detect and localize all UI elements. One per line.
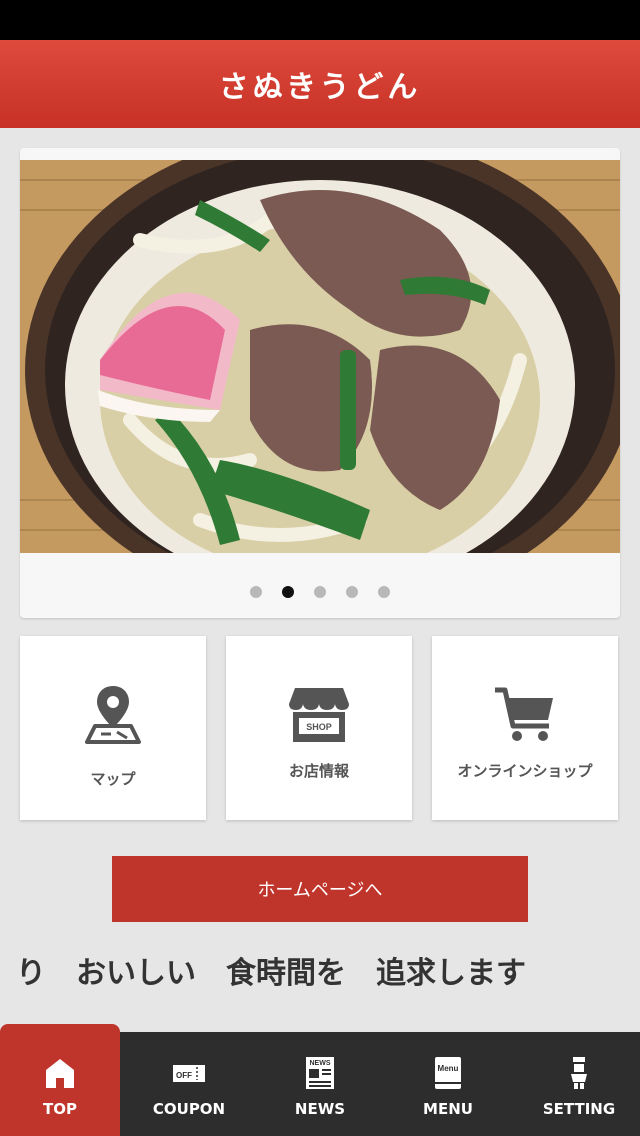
carousel-dot[interactable] xyxy=(250,586,262,598)
cart-icon xyxy=(495,687,553,741)
home-icon xyxy=(46,1059,74,1088)
carousel-pagination xyxy=(20,586,620,598)
marquee-banner: り おいしい 食時間を 追求します xyxy=(0,944,640,1004)
map-tile-label: マップ xyxy=(90,770,136,788)
news-icon: NEWS xyxy=(306,1057,334,1089)
news-icon-text: NEWS xyxy=(310,1060,331,1067)
tab-news[interactable]: NEWS NEWS xyxy=(256,1032,384,1136)
online-shop-tile[interactable]: オンラインショップ xyxy=(432,636,618,820)
carousel-dot[interactable] xyxy=(346,586,358,598)
app-header: さぬきうどん xyxy=(0,40,640,128)
tab-top-label: TOP xyxy=(43,1100,77,1118)
store-info-tile-label: お店情報 xyxy=(288,762,349,780)
tab-news-label: NEWS xyxy=(294,1100,346,1118)
carousel-dot-active[interactable] xyxy=(282,586,294,598)
online-shop-tile-label: オンラインショップ xyxy=(457,762,593,780)
carousel-dot[interactable] xyxy=(314,586,326,598)
image-carousel[interactable] xyxy=(20,148,620,618)
coupon-icon-text: OFF xyxy=(176,1071,192,1080)
store-info-tile[interactable]: SHOP お店情報 xyxy=(226,636,412,820)
tab-top[interactable]: TOP xyxy=(0,1024,120,1136)
homepage-button[interactable]: ホームページへ xyxy=(112,856,528,922)
shop-icon: SHOP xyxy=(289,688,349,742)
map-tile[interactable]: マップ xyxy=(20,636,206,820)
status-bar xyxy=(0,0,640,40)
carousel-dot[interactable] xyxy=(378,586,390,598)
coupon-icon: OFF xyxy=(173,1065,205,1082)
settings-icon xyxy=(571,1057,587,1089)
bottom-tab-bar: TOP OFF COUPON NEWS NEWS Menu MENU SETTI… xyxy=(0,1024,640,1136)
menu-book-icon: Menu xyxy=(435,1057,461,1089)
map-pin-icon xyxy=(85,686,141,744)
marquee-text: り おいしい 食時間を 追求します xyxy=(16,956,526,991)
page-title: さぬきうどん xyxy=(218,70,422,105)
tab-setting[interactable]: SETTING xyxy=(515,1032,640,1136)
tab-menu[interactable]: Menu MENU xyxy=(384,1032,512,1136)
tab-coupon[interactable]: OFF COUPON xyxy=(125,1032,253,1136)
shop-icon-text: SHOP xyxy=(306,722,332,732)
menu-icon-text: Menu xyxy=(438,1064,459,1073)
tab-menu-label: MENU xyxy=(423,1100,473,1118)
tab-setting-label: SETTING xyxy=(542,1100,616,1118)
udon-photo xyxy=(20,160,620,553)
tab-coupon-label: COUPON xyxy=(152,1100,226,1118)
